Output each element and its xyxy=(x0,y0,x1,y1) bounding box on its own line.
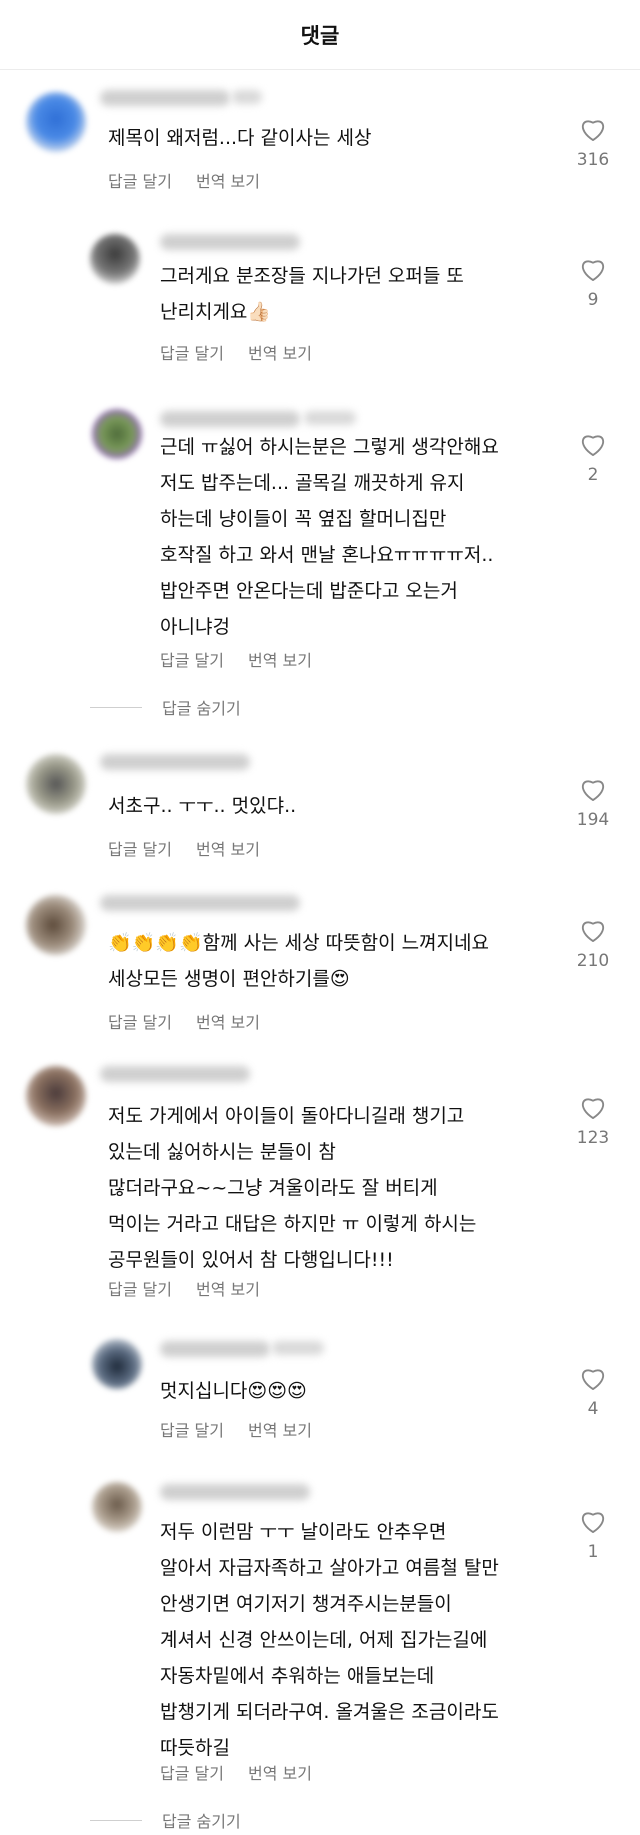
translate-button[interactable]: 번역 보기 xyxy=(248,340,312,364)
avatar[interactable] xyxy=(92,409,142,459)
username-blurred[interactable] xyxy=(160,411,300,427)
comment-text: 멋지십니다😍😍😍 xyxy=(160,1380,307,1402)
hide-replies-button[interactable]: 답글 숨기기 xyxy=(90,695,241,719)
translate-button[interactable]: 번역 보기 xyxy=(248,647,312,671)
translate-button[interactable]: 번역 보기 xyxy=(248,1760,312,1784)
username-blurred[interactable] xyxy=(100,90,230,106)
avatar[interactable] xyxy=(26,754,86,814)
hide-replies-label: 답글 숨기기 xyxy=(162,699,241,718)
like-count: 316 xyxy=(576,150,610,170)
comment-text: 근데 ㅠ싫어 하시는분은 그렇게 생각안해요 저도 밥주는데... 골목길 깨끗… xyxy=(160,436,499,638)
reply-button[interactable]: 답글 달기 xyxy=(160,340,224,364)
page-title: 댓글 xyxy=(300,23,340,48)
comment-text: 제목이 왜저럼...다 같이사는 세상 xyxy=(108,127,372,149)
avatar[interactable] xyxy=(26,1066,86,1126)
comments-header: 댓글 xyxy=(0,0,640,70)
like-button[interactable]: 1 xyxy=(568,1508,618,1562)
username-blurred[interactable] xyxy=(100,895,300,911)
timestamp xyxy=(272,1341,324,1355)
username-blurred[interactable] xyxy=(100,754,250,770)
like-button[interactable]: 123 xyxy=(568,1094,618,1148)
heart-icon xyxy=(582,435,604,457)
hide-replies-label: 답글 숨기기 xyxy=(162,1812,241,1831)
translate-button[interactable]: 번역 보기 xyxy=(196,168,260,192)
heart-icon xyxy=(582,921,604,943)
avatar[interactable] xyxy=(90,234,140,284)
timestamp xyxy=(304,411,356,425)
like-button[interactable]: 316 xyxy=(568,116,618,170)
comment-actions: 답글 달기 번역 보기 xyxy=(108,836,260,860)
reply-button[interactable]: 답글 달기 xyxy=(108,1276,172,1300)
comment-text: 저두 이런맘 ㅜㅜ 날이라도 안추우면 알아서 자급자족하고 살아가고 여름철 … xyxy=(160,1521,499,1759)
timestamp xyxy=(232,90,262,104)
heart-icon xyxy=(582,260,604,282)
like-count: 210 xyxy=(576,951,610,971)
hide-replies-button[interactable]: 답글 숨기기 xyxy=(90,1808,241,1832)
like-count: 9 xyxy=(587,290,599,310)
avatar[interactable] xyxy=(92,1482,142,1532)
heart-icon xyxy=(582,1098,604,1120)
like-count: 1 xyxy=(587,1542,599,1562)
translate-button[interactable]: 번역 보기 xyxy=(196,1276,260,1300)
comment-actions: 답글 달기 번역 보기 xyxy=(160,340,312,364)
translate-button[interactable]: 번역 보기 xyxy=(196,1009,260,1033)
reply-button[interactable]: 답글 달기 xyxy=(160,1417,224,1441)
heart-icon xyxy=(582,780,604,802)
reply-button[interactable]: 답글 달기 xyxy=(160,1760,224,1784)
comment-actions: 답글 달기 번역 보기 xyxy=(108,1009,260,1033)
comment-actions: 답글 달기 번역 보기 xyxy=(160,647,312,671)
like-button[interactable]: 210 xyxy=(568,917,618,971)
divider-line xyxy=(90,706,142,708)
comment-text: 서초구.. ㅜㅜ.. 멋있댜.. xyxy=(108,795,297,817)
heart-icon xyxy=(582,1369,604,1391)
username-blurred[interactable] xyxy=(160,234,300,250)
comment-text: 👏👏👏👏함께 사는 세상 따뜻함이 느껴지네요 세상모든 생명이 편안하기를😍 xyxy=(108,932,489,990)
comment-actions: 답글 달기 번역 보기 xyxy=(160,1417,312,1441)
translate-button[interactable]: 번역 보기 xyxy=(196,836,260,860)
translate-button[interactable]: 번역 보기 xyxy=(248,1417,312,1441)
comment-text: 저도 가게에서 아이들이 돌아다니길래 챙기고 있는데 싫어하시는 분들이 참 … xyxy=(108,1105,477,1271)
reply-button[interactable]: 답글 달기 xyxy=(108,1009,172,1033)
like-button[interactable]: 194 xyxy=(568,776,618,830)
comment-actions: 답글 달기 번역 보기 xyxy=(160,1760,312,1784)
divider-line xyxy=(90,1819,142,1821)
like-button[interactable]: 4 xyxy=(568,1365,618,1419)
like-count: 2 xyxy=(587,465,599,485)
like-button[interactable]: 9 xyxy=(568,256,618,310)
like-count: 4 xyxy=(587,1399,599,1419)
avatar[interactable] xyxy=(26,92,86,152)
reply-button[interactable]: 답글 달기 xyxy=(160,647,224,671)
username-blurred[interactable] xyxy=(100,1066,250,1082)
comment-text: 그러게요 분조장들 지나가던 오퍼들 또 난리치게요👍🏻 xyxy=(160,265,464,323)
comment-actions: 답글 달기 번역 보기 xyxy=(108,168,260,192)
reply-button[interactable]: 답글 달기 xyxy=(108,836,172,860)
like-count: 123 xyxy=(576,1128,610,1148)
comment-actions: 답글 달기 번역 보기 xyxy=(108,1276,260,1300)
avatar[interactable] xyxy=(92,1339,142,1389)
like-button[interactable]: 2 xyxy=(568,431,618,485)
reply-button[interactable]: 답글 달기 xyxy=(108,168,172,192)
username-blurred[interactable] xyxy=(160,1341,270,1357)
username-blurred[interactable] xyxy=(160,1484,310,1500)
like-count: 194 xyxy=(576,810,610,830)
heart-icon xyxy=(582,120,604,142)
avatar[interactable] xyxy=(26,895,86,955)
heart-icon xyxy=(582,1512,604,1534)
